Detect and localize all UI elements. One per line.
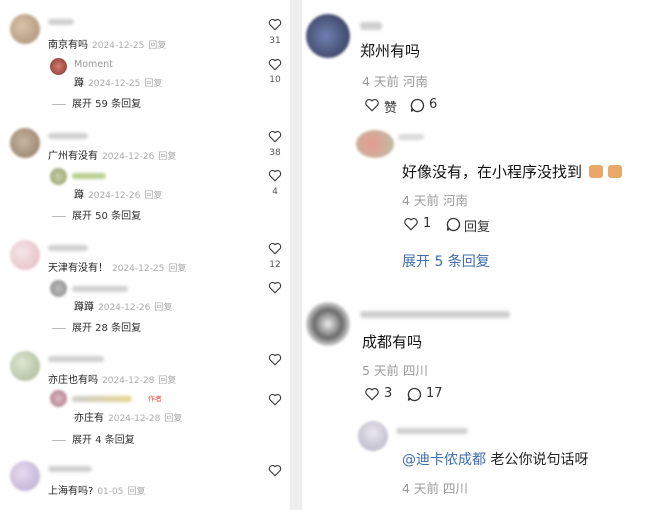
avatar[interactable] xyxy=(10,128,40,158)
author-tag: 作者 xyxy=(148,395,162,403)
heart-icon[interactable] xyxy=(364,98,380,112)
avatar[interactable] xyxy=(50,58,67,75)
username-blurred xyxy=(48,356,104,362)
left-comment-panel: 南京有吗 2024-12-25 回复 31 Moment 蹲 2024-12-25 回复… xyxy=(0,0,290,510)
like-count: 38 xyxy=(269,148,281,158)
comment-text: 郑州有吗 xyxy=(360,42,421,60)
reply-link[interactable]: 回复 xyxy=(164,414,182,424)
username-blurred xyxy=(398,134,424,140)
reply-text: 蹲 2024-12-25 回复 xyxy=(74,78,163,89)
expand-replies[interactable]: 展开 50 条回复 xyxy=(52,207,141,222)
heart-icon[interactable] xyxy=(268,393,282,406)
reply-link[interactable]: 回复 xyxy=(144,79,162,89)
heart-icon[interactable] xyxy=(268,353,282,366)
avatar[interactable] xyxy=(50,168,67,185)
avatar[interactable] xyxy=(306,14,350,58)
reply-text: 蹲 2024-12-26 回复 xyxy=(74,190,163,201)
like-count: 10 xyxy=(269,75,281,85)
reply-link[interactable]: 回复 xyxy=(148,41,166,51)
username-blurred xyxy=(72,286,128,292)
panel-divider xyxy=(290,0,302,510)
heart-icon[interactable] xyxy=(268,130,282,143)
reply-text: 蹲蹲 2024-12-26 回复 xyxy=(74,302,173,313)
avatar[interactable] xyxy=(50,280,67,297)
like-button-label[interactable]: 赞 xyxy=(384,97,397,116)
heart-icon[interactable] xyxy=(268,169,282,182)
avatar[interactable] xyxy=(10,240,40,270)
comment-date: 2024-12-25 xyxy=(92,41,145,51)
reply-text: 亦庄有 2024-12-28 回复 xyxy=(74,413,183,424)
heart-icon[interactable] xyxy=(268,464,282,477)
heart-icon[interactable] xyxy=(268,281,282,294)
expand-replies[interactable]: 展开 4 条回复 xyxy=(52,431,135,446)
reply-text: @迪卡侬成都 老公你说句话呀 xyxy=(402,452,589,468)
comment-bubble-icon[interactable] xyxy=(410,98,425,113)
avatar[interactable] xyxy=(10,461,40,491)
username-blurred xyxy=(360,311,510,318)
expand-replies[interactable]: 展开 28 条回复 xyxy=(52,319,141,334)
reply-text: 好像没有，在小程序没找到 xyxy=(402,161,622,182)
username-blurred xyxy=(360,22,382,30)
heart-icon[interactable] xyxy=(364,387,380,401)
reply-count[interactable]: 6 xyxy=(429,97,437,112)
username-blurred xyxy=(396,428,468,434)
reply-author: Moment xyxy=(74,59,113,70)
avatar[interactable] xyxy=(10,351,40,381)
avatar[interactable] xyxy=(10,14,40,44)
avatar[interactable] xyxy=(50,390,67,407)
username-blurred xyxy=(48,245,88,251)
username-blurred xyxy=(48,19,74,25)
comment-bubble-icon[interactable] xyxy=(446,217,461,232)
comment-text: 上海有吗? 01-05 回复 xyxy=(48,486,146,497)
username-blurred xyxy=(72,396,132,402)
expand-replies[interactable]: 展开 59 条回复 xyxy=(52,95,141,110)
reply-meta: 4 天前 河南 xyxy=(402,193,468,208)
heart-icon[interactable] xyxy=(403,217,419,231)
avatar[interactable] xyxy=(356,130,394,158)
like-count: 31 xyxy=(269,36,281,46)
right-comment-panel: 郑州有吗 4 天前 河南 赞 6 好像没有，在小程序没找到 4 天前 河南 1 … xyxy=(302,0,660,510)
comment-text: 天津有没有！ 2024-12-25 回复 xyxy=(48,263,187,274)
like-count: 4 xyxy=(272,187,278,197)
comment-meta: 5 天前 四川 xyxy=(362,363,428,378)
reply-link[interactable]: 回复 xyxy=(144,191,162,201)
reply-link[interactable]: 回复 xyxy=(154,303,172,313)
like-count: 3 xyxy=(384,386,393,401)
like-count: 1 xyxy=(423,216,432,231)
username-blurred xyxy=(48,133,88,139)
reply-count[interactable]: 17 xyxy=(426,386,443,401)
comment-text: 成都有吗 xyxy=(362,333,423,351)
heart-icon[interactable] xyxy=(268,58,282,71)
heart-icon[interactable] xyxy=(268,242,282,255)
mention-link[interactable]: @迪卡侬成都 xyxy=(402,452,486,468)
reply-link[interactable]: 回复 xyxy=(158,376,176,386)
avatar[interactable] xyxy=(358,421,388,451)
reply-link[interactable]: 回复 xyxy=(158,152,176,162)
expand-replies[interactable]: 展开 5 条回复 xyxy=(402,251,490,271)
reply-button-label[interactable]: 回复 xyxy=(464,216,490,235)
emoji-icon xyxy=(588,165,603,178)
emoji-icon xyxy=(607,165,622,178)
comment-text: 南京有吗 2024-12-25 回复 xyxy=(48,40,167,51)
like-count: 12 xyxy=(269,260,281,270)
comment-text: 亦庄也有吗 2024-12-28 回复 xyxy=(48,375,177,386)
reply-meta: 4 天前 四川 xyxy=(402,481,468,496)
comment-bubble-icon[interactable] xyxy=(407,387,422,402)
comment-meta: 4 天前 河南 xyxy=(362,74,428,89)
comment-text: 广州有没有 2024-12-26 回复 xyxy=(48,151,177,162)
heart-icon[interactable] xyxy=(268,18,282,31)
avatar[interactable] xyxy=(306,302,350,346)
reply-link[interactable]: 回复 xyxy=(127,487,145,497)
username-blurred xyxy=(48,466,92,472)
reply-link[interactable]: 回复 xyxy=(168,264,186,274)
username-blurred xyxy=(72,173,106,179)
